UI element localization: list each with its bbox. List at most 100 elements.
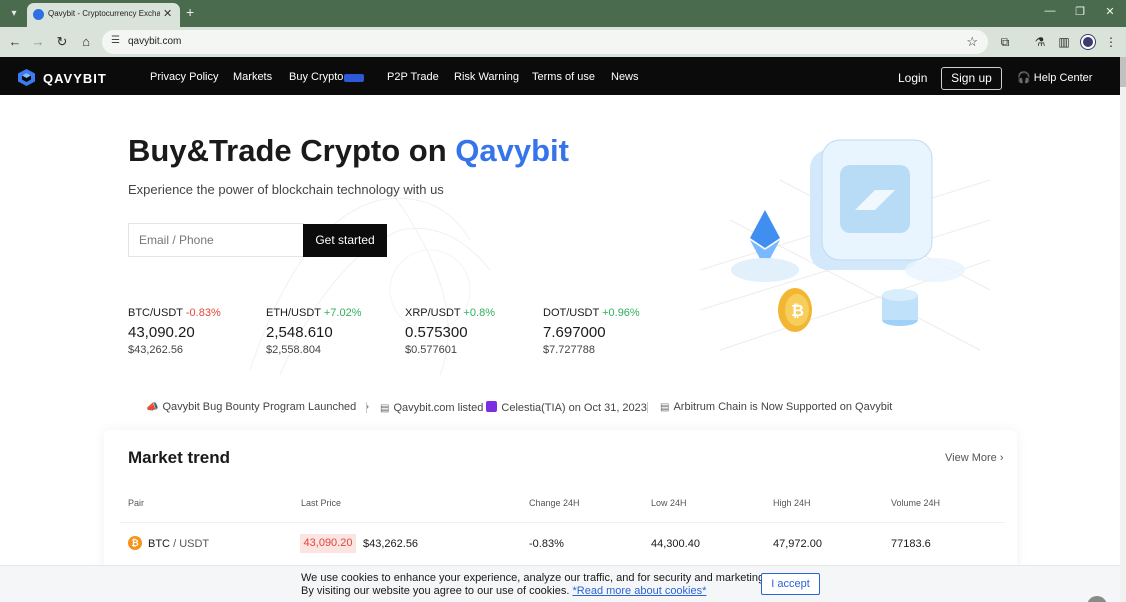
login-link[interactable]: Login bbox=[898, 71, 927, 85]
minimize-icon[interactable]: — bbox=[1041, 5, 1059, 17]
cookie-message-line: By visiting our website you agree to our… bbox=[301, 585, 767, 598]
email-phone-input[interactable] bbox=[128, 223, 304, 257]
url-text: qavybit.com bbox=[128, 36, 182, 47]
column-header-pair[interactable]: Pair bbox=[128, 498, 144, 508]
pair-base: BTC bbox=[148, 538, 170, 550]
ticker-xrp[interactable]: XRP/USDT +0.8% 0.575300 $0.577601 bbox=[405, 307, 495, 356]
column-header-high[interactable]: High 24H bbox=[773, 498, 811, 508]
announcement-arbitrum[interactable]: ▤ Arbitrum Chain is Now Supported on Qavy… bbox=[660, 401, 892, 413]
nav-terms-of-use[interactable]: Terms of use bbox=[532, 71, 595, 83]
column-header-change[interactable]: Change 24H bbox=[529, 498, 580, 508]
document-icon: ▤ bbox=[380, 403, 390, 414]
headset-icon: 🎧 bbox=[1017, 72, 1031, 84]
nav-news[interactable]: News bbox=[611, 71, 639, 83]
ticker-usd: $2,558.804 bbox=[266, 344, 322, 356]
ticker-change: +0.8% bbox=[463, 307, 495, 319]
address-bar[interactable]: ☰ qavybit.com ☆ bbox=[102, 30, 988, 54]
view-more-label: View More bbox=[945, 452, 997, 464]
announcement-text: Qavybit.com listed bbox=[393, 402, 484, 414]
get-started-button[interactable]: Get started bbox=[303, 224, 387, 257]
celestia-logo-icon bbox=[486, 401, 498, 412]
view-more-link[interactable]: View More › bbox=[945, 452, 1004, 464]
ticker-pair: BTC/USDT -0.83% bbox=[128, 307, 221, 319]
high-24h-value: 47,972.00 bbox=[773, 538, 822, 550]
tab-title: Qavybit - Cryptocurrency Exchange bbox=[48, 9, 160, 18]
new-tab-icon[interactable]: + bbox=[186, 4, 194, 20]
restore-icon[interactable]: ❐ bbox=[1071, 5, 1089, 18]
cookie-message-text: By visiting our website you agree to our… bbox=[301, 585, 570, 597]
help-center-label: Help Center bbox=[1033, 72, 1093, 84]
cookie-policy-link[interactable]: *Read more about cookies* bbox=[572, 585, 706, 597]
hero-subtitle: Experience the power of blockchain techn… bbox=[128, 182, 444, 197]
nav-risk-warning[interactable]: Risk Warning bbox=[454, 71, 519, 83]
column-header-volume[interactable]: Volume 24H bbox=[891, 498, 940, 508]
change-24h-value: -0.83% bbox=[529, 538, 564, 550]
ticker-pair-name: DOT/USDT bbox=[543, 307, 600, 319]
browser-tab[interactable]: Qavybit - Cryptocurrency Exchange ✕ bbox=[27, 3, 180, 27]
accept-cookies-button[interactable]: I accept bbox=[761, 573, 820, 595]
tab-search-chevron-icon[interactable]: ▾ bbox=[6, 6, 22, 22]
tab-close-icon[interactable]: ✕ bbox=[163, 7, 172, 20]
announcement-divider bbox=[647, 402, 648, 413]
column-header-low[interactable]: Low 24H bbox=[651, 498, 687, 508]
ticker-change: +0.96% bbox=[602, 307, 640, 319]
home-icon[interactable]: ⌂ bbox=[78, 34, 94, 50]
nav-buy-crypto[interactable]: Buy Crypto bbox=[289, 71, 343, 83]
forward-icon[interactable]: → bbox=[30, 34, 46, 50]
ticker-price: 7.697000 bbox=[543, 324, 606, 341]
help-center-link[interactable]: 🎧 Help Center bbox=[1017, 71, 1092, 84]
profile-avatar-icon[interactable] bbox=[1081, 35, 1095, 49]
last-price-usd: $43,262.56 bbox=[363, 538, 419, 550]
labs-icon[interactable]: ⚗ bbox=[1032, 34, 1048, 50]
bookmark-star-icon[interactable]: ☆ bbox=[966, 34, 978, 50]
page-scrollbar[interactable] bbox=[1120, 57, 1126, 602]
column-header-last-price[interactable]: Last Price bbox=[301, 498, 341, 508]
hero-title-prefix: Buy&Trade Crypto on bbox=[128, 133, 456, 168]
ticker-pair: DOT/USDT +0.96% bbox=[543, 307, 640, 319]
ticker-price: 0.575300 bbox=[405, 324, 468, 341]
back-icon[interactable]: ← bbox=[7, 34, 23, 50]
bitcoin-icon: ₿ bbox=[128, 536, 142, 550]
hero-crypto-illustration: ₿ bbox=[700, 139, 990, 351]
table-row-pair[interactable]: BTC / USDT bbox=[148, 538, 209, 550]
ticker-change: +7.02% bbox=[323, 307, 362, 319]
menu-kebab-icon[interactable]: ⋮ bbox=[1103, 34, 1119, 50]
ticker-price: 2,548.610 bbox=[266, 324, 333, 341]
nav-privacy-policy[interactable]: Privacy Policy bbox=[150, 71, 218, 83]
megaphone-icon: 📣 bbox=[146, 402, 159, 413]
logo-text[interactable]: QAVYBIT bbox=[43, 71, 107, 86]
low-24h-value: 44,300.40 bbox=[651, 538, 700, 550]
qavybit-logo-icon[interactable] bbox=[18, 69, 35, 86]
last-price-value: 43,090.20 bbox=[300, 534, 356, 553]
signup-button[interactable]: Sign up bbox=[941, 67, 1002, 90]
ticker-btc[interactable]: BTC/USDT -0.83% 43,090.20 $43,262.56 bbox=[128, 307, 221, 356]
hero-title: Buy&Trade Crypto on Qavybit bbox=[128, 133, 569, 169]
volume-24h-value: 77183.6 bbox=[891, 538, 931, 550]
ticker-usd: $0.577601 bbox=[405, 344, 457, 356]
hero-title-brand: Qavybit bbox=[455, 133, 569, 168]
announcement-tia-listing[interactable]: ▤ Qavybit.com listed Celestia(TIA) on Oct… bbox=[380, 401, 647, 414]
browser-toolbar: ← → ↻ ⌂ ☰ qavybit.com ☆ ⧉ ⚗ ▥ ⋮ bbox=[0, 27, 1126, 57]
pair-quote-symbol: USDT bbox=[179, 538, 210, 550]
svg-text:₿: ₿ bbox=[791, 301, 804, 320]
ticker-change: -0.83% bbox=[185, 307, 221, 319]
scrollbar-thumb[interactable] bbox=[1120, 57, 1126, 87]
side-panel-icon[interactable]: ▥ bbox=[1056, 34, 1072, 50]
document-icon: ▤ bbox=[660, 402, 670, 413]
announcement-bug-bounty[interactable]: 📣 Qavybit Bug Bounty Program Launched › bbox=[146, 401, 369, 413]
table-divider bbox=[120, 522, 1005, 523]
ticker-pair: ETH/USDT +7.02% bbox=[266, 307, 362, 319]
announcement-text: Arbitrum Chain is Now Supported on Qavyb… bbox=[673, 401, 893, 413]
nav-markets[interactable]: Markets bbox=[233, 71, 272, 83]
window-close-icon[interactable]: ✕ bbox=[1101, 5, 1119, 18]
favicon-icon bbox=[33, 9, 44, 20]
chevron-right-icon: › bbox=[999, 452, 1004, 464]
site-info-icon[interactable]: ☰ bbox=[111, 35, 120, 46]
nav-p2p-trade[interactable]: P2P Trade bbox=[387, 71, 439, 83]
announcement-text: Celestia(TIA) on Oct 31, 2023 bbox=[501, 402, 647, 414]
extensions-icon[interactable]: ⧉ bbox=[997, 34, 1013, 50]
ticker-pair: XRP/USDT +0.8% bbox=[405, 307, 495, 319]
ticker-dot[interactable]: DOT/USDT +0.96% 7.697000 $7.727788 bbox=[543, 307, 640, 356]
reload-icon[interactable]: ↻ bbox=[54, 34, 70, 50]
ticker-eth[interactable]: ETH/USDT +7.02% 2,548.610 $2,558.804 bbox=[266, 307, 362, 356]
